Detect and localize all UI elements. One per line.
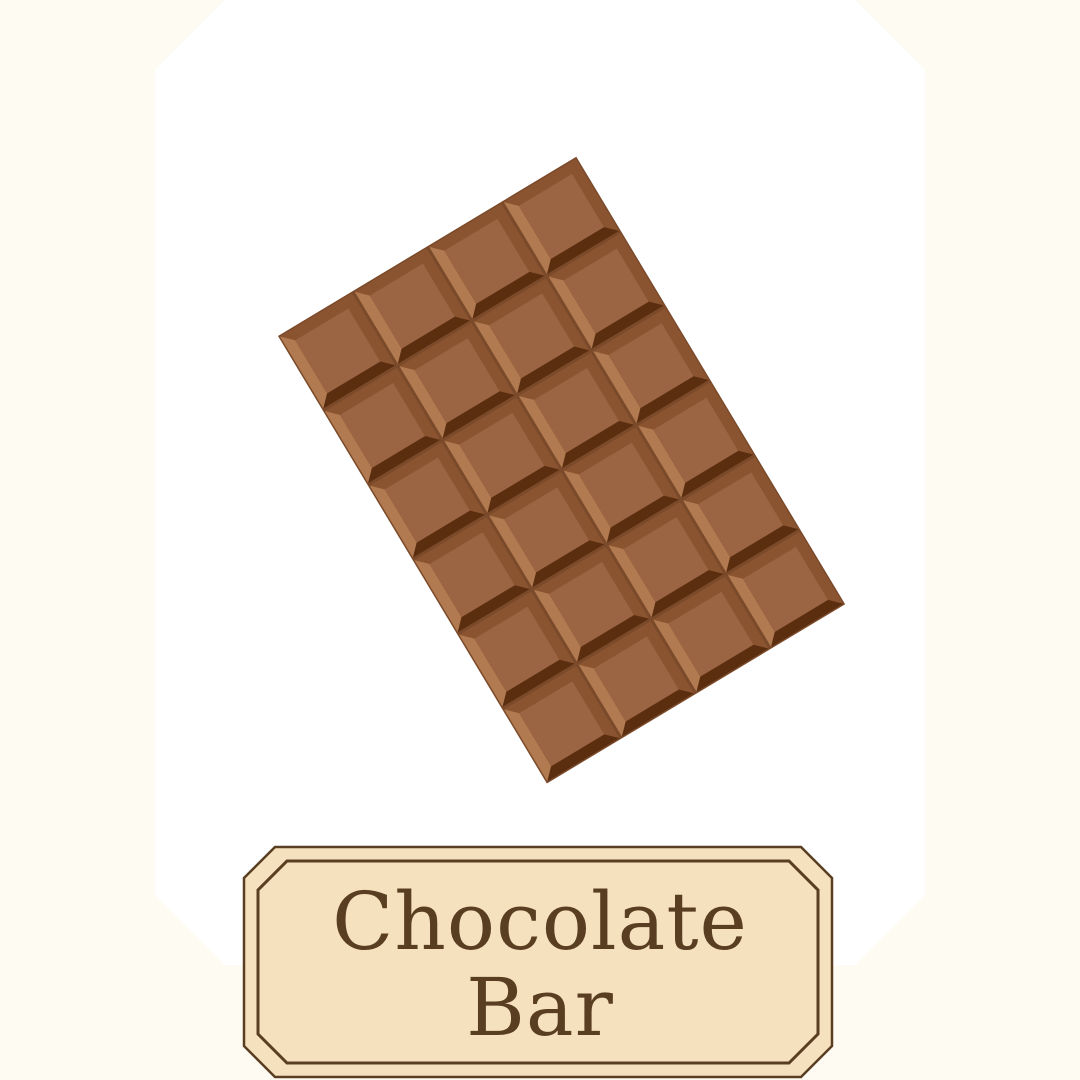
title-line-1: Chocolate [332, 875, 748, 968]
title-line-2: Bar [466, 961, 614, 1054]
product-title: Chocolate Bar [250, 870, 830, 1060]
